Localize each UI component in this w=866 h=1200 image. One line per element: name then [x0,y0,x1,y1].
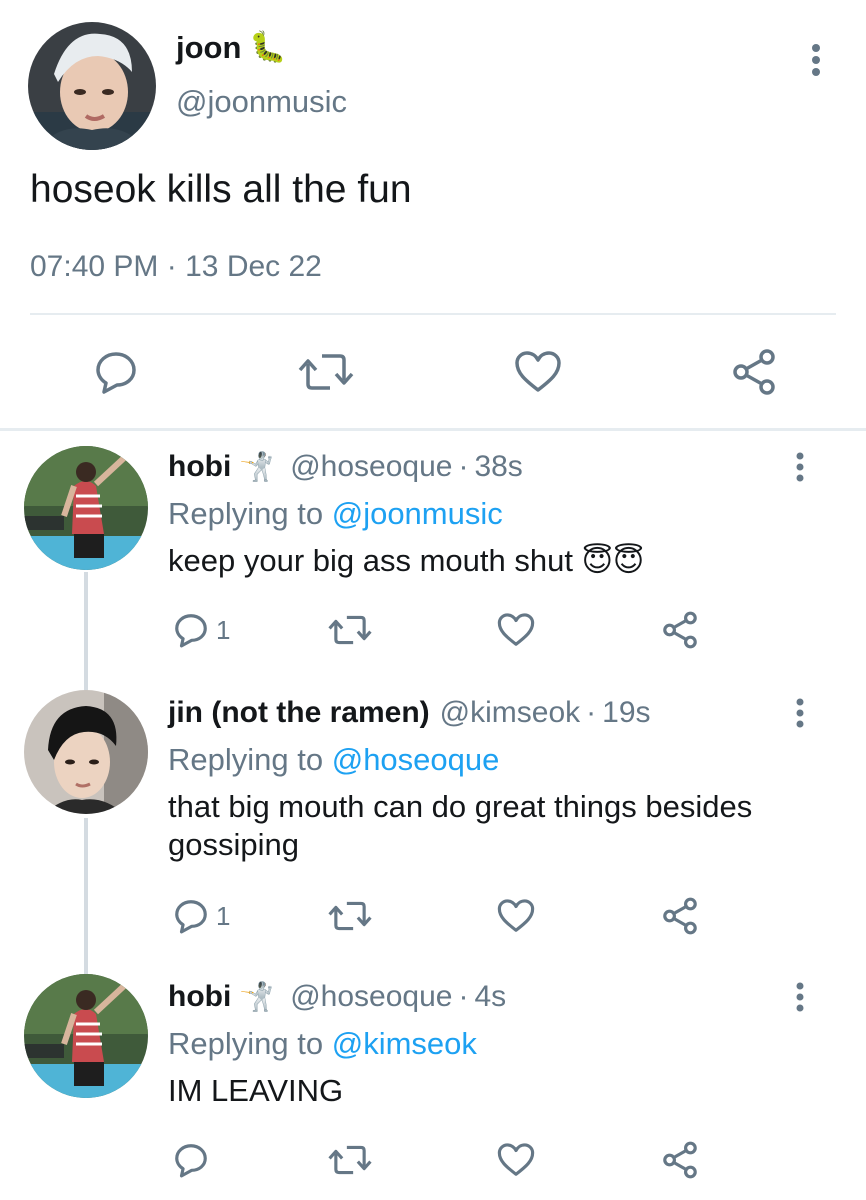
like-icon [515,351,561,392]
display-name[interactable]: jin (not the ramen) [168,696,430,730]
reply-tweet[interactable]: jin (not the ramen) @kimseok · 19s Reply… [0,690,866,946]
avatar[interactable] [24,974,148,1098]
separator-dot: · [586,696,597,729]
retweet-button[interactable] [296,340,356,404]
reply-text: keep your big ass mouth shut [168,543,573,578]
share-button[interactable] [660,1138,700,1182]
reply-tweet[interactable]: hobi 🤺 @hoseoque · 38s Replying to @joon… [0,446,866,660]
reply-text: IM LEAVING [168,1073,344,1108]
tweet-time: 07:40 PM [30,250,159,283]
reply-age: 19s [602,696,651,729]
reply-button[interactable] [172,1138,216,1182]
user-handle[interactable]: @joonmusic [176,84,347,120]
replying-to: Replying to @hoseoque [168,742,499,778]
more-options-icon[interactable] [790,980,810,1016]
halo-emoji-icon: 😇😇 [581,545,645,578]
avatar[interactable] [24,690,148,814]
reply-text-container: keep your big ass mouth shut 😇😇 [168,542,828,581]
display-name[interactable]: joon [176,30,241,66]
reply-icon [175,900,207,934]
user-handle[interactable]: @hoseoque [290,450,452,484]
display-name[interactable]: hobi [168,450,231,484]
user-handle[interactable]: @hoseoque [290,980,452,1014]
more-options-icon[interactable] [806,42,826,82]
reply-button[interactable]: 1 [172,894,230,938]
section-divider [0,428,866,431]
retweet-button[interactable] [328,1138,372,1182]
reply-count: 1 [216,900,231,931]
share-icon [663,611,697,649]
reply-button[interactable] [86,340,146,404]
replying-to: Replying to @joonmusic [168,496,503,532]
reply-icon [96,352,136,394]
caterpillar-emoji-icon: 🐛 [249,31,287,64]
tweet-date: 13 Dec 22 [185,250,322,283]
share-button[interactable] [724,340,784,404]
reply-button[interactable]: 1 [172,608,230,652]
retweet-icon [328,1145,372,1175]
retweet-icon [298,354,354,390]
reply-actions: 1 [0,894,866,938]
like-icon [497,899,535,932]
display-name[interactable]: hobi [168,980,231,1014]
like-button[interactable] [496,1138,536,1182]
separator-dot: · [166,250,177,283]
reply-icon [175,1144,207,1178]
replying-prefix: Replying to [168,1026,324,1061]
share-button[interactable] [660,608,700,652]
replying-prefix: Replying to [168,496,324,531]
like-icon [497,1143,535,1176]
more-options-icon[interactable] [790,450,810,486]
separator-dot: · [458,450,469,483]
reply-text: that big mouth can do great things besid… [168,789,753,862]
fencer-emoji-icon: 🤺 [239,981,275,1012]
share-icon [663,1141,697,1179]
retweet-button[interactable] [328,894,372,938]
replying-prefix: Replying to [168,742,324,777]
replying-to: Replying to @kimseok [168,1026,477,1062]
like-button[interactable] [496,894,536,938]
like-button[interactable] [496,608,536,652]
retweet-icon [328,901,372,931]
reply-actions [0,1138,866,1182]
avatar[interactable] [28,22,156,150]
fencer-emoji-icon: 🤺 [239,451,275,482]
more-options-icon[interactable] [790,696,810,732]
separator-dot: · [458,980,469,1013]
retweet-button[interactable] [328,608,372,652]
reply-count: 1 [216,614,231,645]
main-tweet: joon 🐛 @joonmusic hoseok kills all the f… [0,0,866,430]
reply-tweet[interactable]: hobi 🤺 @hoseoque · 4s Replying to @kimse… [0,974,866,1200]
mention-link[interactable]: @joonmusic [332,496,503,531]
share-icon [733,349,775,395]
reply-actions: 1 [0,608,866,652]
like-icon [497,613,535,646]
tweet-text: hoseok kills all the fun [30,168,412,211]
divider [30,313,836,315]
mention-link[interactable]: @hoseoque [332,742,500,777]
share-icon [663,897,697,935]
reply-icon [175,614,207,648]
share-button[interactable] [660,894,700,938]
reply-age: 38s [474,450,523,483]
user-handle[interactable]: @kimseok [440,696,580,730]
tweet-timestamp: 07:40 PM · 13 Dec 22 [30,250,322,284]
retweet-icon [328,615,372,645]
avatar[interactable] [24,446,148,570]
tweet-actions [0,340,866,410]
like-button[interactable] [508,340,568,404]
mention-link[interactable]: @kimseok [332,1026,477,1061]
reply-age: 4s [474,980,507,1013]
